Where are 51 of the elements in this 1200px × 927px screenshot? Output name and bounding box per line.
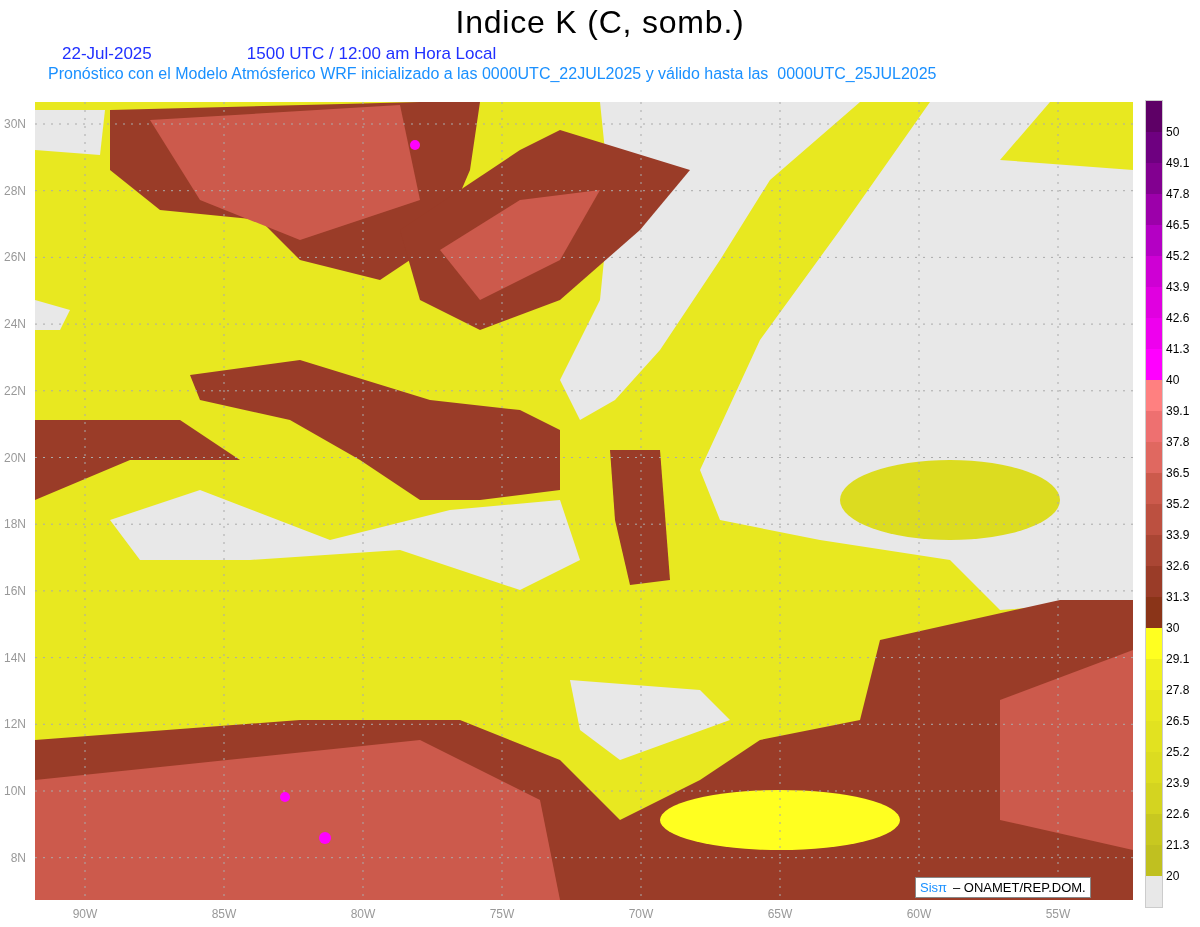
scale-label: 45.2 xyxy=(1166,247,1190,265)
latitude-label: 18N xyxy=(4,517,26,532)
latitude-label: 16N xyxy=(4,583,26,598)
latitude-label: 22N xyxy=(4,383,26,398)
longitude-label: 80W xyxy=(350,907,376,921)
scale-label: 36.5 xyxy=(1166,464,1190,482)
scale-label: 25.2 xyxy=(1166,743,1190,761)
scale-label: 31.3 xyxy=(1166,588,1190,606)
scale-label: 50 xyxy=(1166,123,1180,141)
longitude-label: 60W xyxy=(906,907,932,921)
latitude-label: 8N xyxy=(10,850,26,865)
scale-label: 22.6 xyxy=(1166,805,1190,823)
forecast-description: Pronóstico con el Modelo Atmósferico WRF inicializado a las 0000UTC_22JUL2025 y válido hasta las 0000UTC_25JUL2025 xyxy=(48,64,938,84)
scale-label: 27.8 xyxy=(1166,681,1190,699)
scale-label: 20 xyxy=(1166,867,1180,885)
map-title: Indice K (C, somb.) xyxy=(455,3,745,42)
scale-label: 41.3 xyxy=(1166,340,1190,358)
date-text: 22-Jul-2025 xyxy=(62,44,152,64)
scale-label: 40 xyxy=(1166,371,1180,389)
scale-label: 39.1 xyxy=(1166,402,1190,420)
longitude-label: 90W xyxy=(72,907,98,921)
credit-text: – ONAMET/REP.DOM. xyxy=(953,878,1086,897)
latitude-label: 24N xyxy=(4,317,26,332)
longitude-label: 55W xyxy=(1045,907,1071,921)
scale-label: 46.5 xyxy=(1166,216,1190,234)
latitude-label: 10N xyxy=(4,784,26,798)
scale-label: 35.2 xyxy=(1166,495,1190,513)
latitude-label: 28N xyxy=(4,183,26,198)
longitude-label: 70W xyxy=(628,907,654,921)
scale-label: 49.1 xyxy=(1166,154,1190,172)
scale-label: 47.8 xyxy=(1166,185,1190,203)
scale-label: 42.6 xyxy=(1166,309,1190,327)
time-text: 1500 UTC / 12:00 am Hora Local xyxy=(246,44,497,64)
latitude-label: 12N xyxy=(4,717,26,732)
scale-label: 23.9 xyxy=(1166,774,1190,792)
longitude-label: 85W xyxy=(211,907,237,921)
latitude-label: 26N xyxy=(4,250,26,265)
latitude-label: 20N xyxy=(4,450,26,465)
scale-label: 26.5 xyxy=(1166,712,1190,730)
scale-label: 29.1 xyxy=(1166,650,1190,668)
longitude-label: 75W xyxy=(489,907,515,921)
latitude-label: 14N xyxy=(4,650,26,665)
longitude-label: 65W xyxy=(767,907,793,921)
logo-text: Sisπ xyxy=(920,878,948,897)
latitude-label: 30N xyxy=(4,117,26,131)
scale-label: 33.9 xyxy=(1166,526,1190,544)
scale-label: 32.6 xyxy=(1166,557,1190,575)
scale-label: 21.3 xyxy=(1166,836,1190,854)
scale-label: 43.9 xyxy=(1166,278,1190,296)
scale-label: 37.8 xyxy=(1166,433,1190,451)
scale-label: 30 xyxy=(1166,619,1180,637)
